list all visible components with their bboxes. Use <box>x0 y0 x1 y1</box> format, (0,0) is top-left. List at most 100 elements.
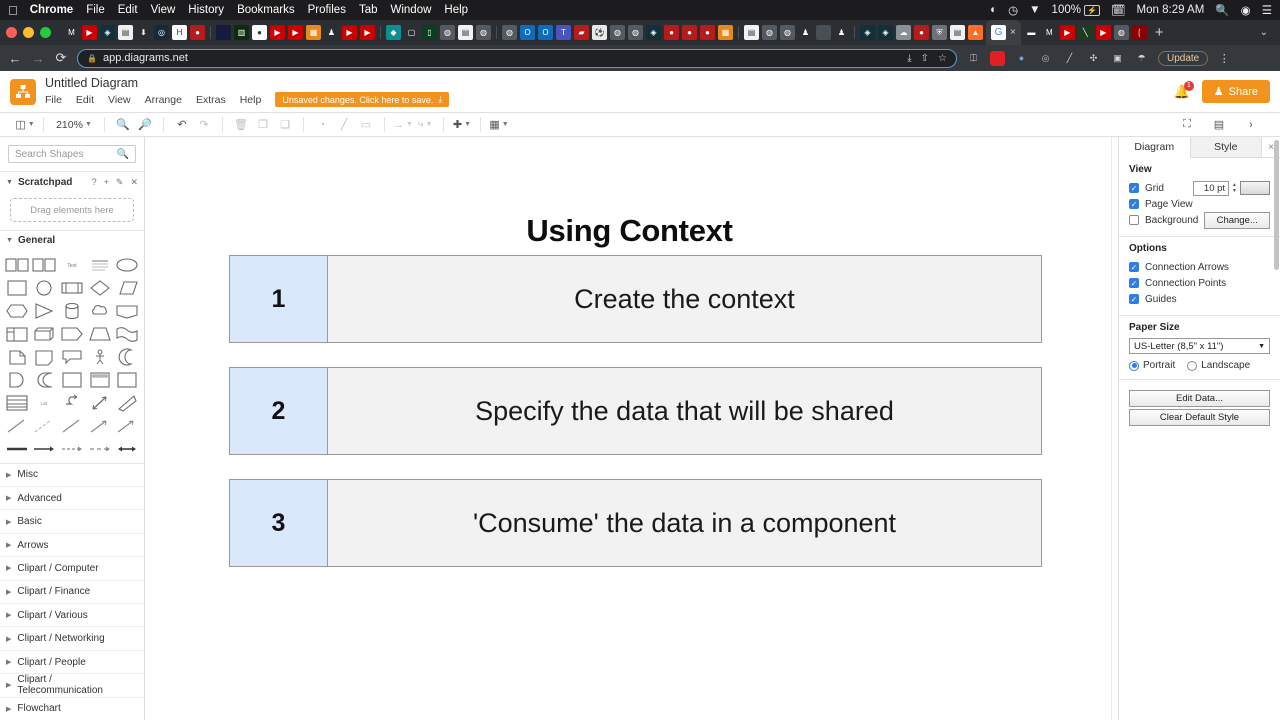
portrait-radio[interactable] <box>1129 360 1139 371</box>
grid-color-swatch[interactable] <box>1240 181 1270 195</box>
grey-circle-ext-icon[interactable]: ◎ <box>1038 50 1053 66</box>
connection-points-checkbox[interactable]: ✓ <box>1129 278 1139 288</box>
green-favicon[interactable]: ▯ <box>422 25 437 40</box>
shape-item-4[interactable] <box>113 255 141 275</box>
add-icon[interactable]: + <box>104 177 109 188</box>
youtube2-favicon[interactable]: ▶ <box>270 25 285 40</box>
shape-item-33[interactable] <box>86 393 114 413</box>
gmail-favicon[interactable]: M <box>64 25 79 40</box>
shape-item-8[interactable] <box>86 278 114 298</box>
shape-item-38[interactable] <box>86 416 114 436</box>
menubar-item-window[interactable]: Window <box>391 4 432 16</box>
shield-favicon[interactable]: ⛨ <box>932 25 947 40</box>
cloud-favicon[interactable]: ☁ <box>896 25 911 40</box>
download-favicon[interactable]: ⬇ <box>136 25 151 40</box>
menubar-clock[interactable]: Mon 8:29 AM <box>1137 4 1205 16</box>
shadow-icon[interactable]: ▭ <box>355 116 377 134</box>
globe5-favicon[interactable]: ◍ <box>628 25 643 40</box>
menubar-item-chrome[interactable]: Chrome <box>30 4 73 16</box>
teal-circle3-favicon[interactable]: ◈ <box>878 25 893 40</box>
shape-category-clipart-networking[interactable]: ▶ Clipart / Networking <box>0 627 144 651</box>
grid-checkbox[interactable]: ✓ <box>1129 183 1139 193</box>
diagram-page[interactable]: Using Context 1 Create the context 2 Spe… <box>148 137 1111 720</box>
shape-item-39[interactable] <box>113 416 141 436</box>
apple-red-favicon[interactable]: ● <box>664 25 679 40</box>
book-favicon[interactable]: ▤ <box>458 25 473 40</box>
shape-item-22[interactable] <box>58 347 86 367</box>
shape-category-clipart-telecommunication[interactable]: ▶ Clipart / Telecommunication <box>0 674 144 698</box>
screen-share-icon[interactable]: ◐ <box>990 4 997 16</box>
active-tab-drawio[interactable]: G × <box>986 20 1021 45</box>
app-menu-extras[interactable]: Extras <box>196 94 226 106</box>
teal-circle-favicon[interactable]: ◈ <box>646 25 661 40</box>
fullscreen-icon[interactable]: ⛶ <box>1176 116 1198 134</box>
shape-item-6[interactable] <box>31 278 59 298</box>
shape-item-23[interactable] <box>86 347 114 367</box>
menubar-item-profiles[interactable]: Profiles <box>308 4 346 16</box>
shape-item-32[interactable] <box>58 393 86 413</box>
menubar-item-view[interactable]: View <box>151 4 176 16</box>
collapse-icon[interactable]: › <box>1240 116 1262 134</box>
shape-item-14[interactable] <box>113 301 141 321</box>
globe3-favicon[interactable]: ◍ <box>502 25 517 40</box>
apple-red3-favicon[interactable]: ● <box>700 25 715 40</box>
shape-item-25[interactable] <box>3 370 31 390</box>
shape-item-36[interactable] <box>31 416 59 436</box>
globe2-favicon[interactable]: ◍ <box>476 25 491 40</box>
calendar-icon[interactable]: 🗓 <box>1111 3 1126 17</box>
format-panel-scrollbar[interactable] <box>1274 140 1279 270</box>
address-bar[interactable]: 🔒 app.diagrams.net ⤓ ⇧ ☆ <box>77 48 957 68</box>
shape-item-43[interactable] <box>86 439 114 459</box>
app-menu-file[interactable]: File <box>45 94 62 106</box>
step-text-3[interactable]: 'Consume' the data in a component <box>328 480 1041 566</box>
page-title[interactable]: Untitled Diagram <box>45 76 449 90</box>
grid-size-input[interactable]: 10 pt <box>1193 180 1230 196</box>
waypoints-icon[interactable]: ⤷ ▼ <box>414 116 436 134</box>
search-shapes-input[interactable]: Search Shapes 🔍 <box>8 145 136 164</box>
app-menu-edit[interactable]: Edit <box>76 94 94 106</box>
gitlab-favicon[interactable]: ▲ <box>968 25 983 40</box>
general-section-header[interactable]: ▼ General <box>0 229 144 251</box>
zoom-out-icon[interactable]: 🔎 <box>134 116 156 134</box>
youtube4-favicon[interactable]: ▶ <box>342 25 357 40</box>
shape-category-advanced[interactable]: ▶ Advanced <box>0 487 144 511</box>
user-avatar-icon[interactable]: ◉ <box>1241 3 1251 17</box>
shape-category-clipart-various[interactable]: ▶ Clipart / Various <box>0 604 144 628</box>
redo-icon[interactable]: ↷ <box>193 116 215 134</box>
help-icon[interactable]: ? <box>92 177 97 188</box>
connection-icon[interactable]: → ▼ <box>392 116 414 134</box>
shape-item-9[interactable] <box>113 278 141 298</box>
background-checkbox[interactable] <box>1129 215 1139 225</box>
github-favicon[interactable]: ● <box>252 25 267 40</box>
shape-item-0[interactable] <box>3 255 31 275</box>
page-view-checkbox[interactable]: ✓ <box>1129 199 1139 209</box>
update-button[interactable]: Update <box>1158 50 1209 66</box>
step-row-3[interactable]: 3 'Consume' the data in a component <box>229 479 1042 567</box>
connection-arrows-checkbox[interactable]: ✓ <box>1129 262 1139 272</box>
shape-item-30[interactable] <box>3 393 31 413</box>
guides-checkbox[interactable]: ✓ <box>1129 294 1139 304</box>
youtube6-favicon[interactable]: ▶ <box>1059 25 1075 40</box>
chess3-favicon[interactable]: ♟ <box>834 25 849 40</box>
step-row-2[interactable]: 2 Specify the data that will be shared <box>229 367 1042 455</box>
tab-diagram[interactable]: Diagram <box>1119 137 1191 158</box>
shape-category-flowchart[interactable]: ▶ Flowchart <box>0 698 144 720</box>
gmail2-favicon[interactable]: M <box>1041 25 1057 40</box>
shape-item-1[interactable] <box>31 255 59 275</box>
menubar-item-help[interactable]: Help <box>444 4 468 16</box>
zoom-in-icon[interactable]: 🔍 <box>112 116 134 134</box>
shape-item-19[interactable] <box>113 324 141 344</box>
diagram-canvas[interactable]: Using Context 1 Create the context 2 Spe… <box>145 137 1118 720</box>
shape-item-3[interactable] <box>86 255 114 275</box>
time-machine-icon[interactable]: ◷ <box>1008 3 1018 17</box>
profile-icon[interactable]: ☂ <box>1134 50 1149 66</box>
step-text-1[interactable]: Create the context <box>328 256 1041 342</box>
shape-item-28[interactable] <box>86 370 114 390</box>
shape-item-12[interactable] <box>58 301 86 321</box>
control-center-icon[interactable]: ☰ <box>1262 3 1272 17</box>
shape-item-34[interactable] <box>113 393 141 413</box>
pen-ext-icon[interactable]: ╱ <box>1062 50 1077 66</box>
blue-text-favicon[interactable]: ▬ <box>1023 25 1039 40</box>
shape-item-2[interactable]: Text <box>58 255 86 275</box>
extensions-icon[interactable]: ✣ <box>1086 50 1101 66</box>
